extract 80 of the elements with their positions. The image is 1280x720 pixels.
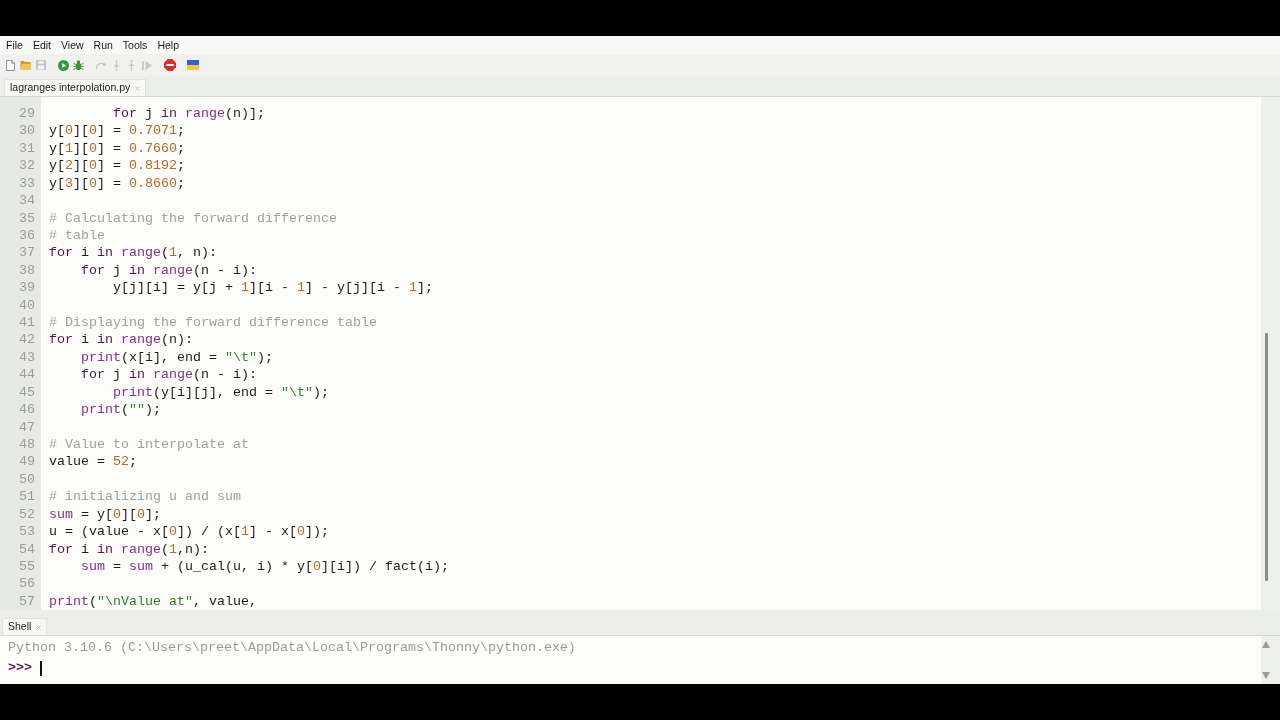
line-number: 34 (19, 193, 35, 209)
code-line: # Displaying the forward difference table (49, 315, 377, 331)
line-number: 33 (19, 175, 35, 191)
line-number: 43 (19, 349, 35, 365)
up-arrow-icon (127, 59, 136, 71)
line-number: 46 (19, 402, 35, 418)
folder-icon (19, 60, 32, 70)
code-line: sum = sum + (u_cal(u, i) * y[0][i]) / fact(i); (81, 558, 449, 574)
line-number: 32 (19, 158, 35, 174)
line-number: 54 (19, 541, 35, 557)
line-number: 36 (19, 227, 35, 243)
code-line: value = 52; (49, 454, 137, 470)
line-number: 51 (19, 489, 35, 505)
line-number: 37 (19, 245, 35, 261)
menu-item[interactable]: Tools (117, 36, 153, 54)
code-line: print("\nValue at", value, (49, 593, 257, 609)
close-icon[interactable] (36, 624, 42, 630)
editor-tab[interactable]: lagranges interpolation.py (4, 79, 147, 96)
play-circle-icon (58, 59, 69, 71)
line-number: 56 (19, 576, 35, 592)
code-line: # Value to interpolate at (49, 437, 249, 452)
stop-sign-icon (163, 59, 176, 71)
line-number: 39 (19, 280, 35, 296)
line-number: 50 (19, 471, 35, 487)
code-line: # table (49, 227, 105, 243)
line-number: 48 (19, 437, 35, 452)
line-number: 47 (19, 419, 35, 435)
code-line: for j in range(n - i): (81, 367, 257, 383)
down-arrow-icon (112, 59, 121, 71)
scroll-down-icon[interactable] (1262, 672, 1270, 679)
code-line: for j in range(n - i): (81, 262, 257, 278)
scrollbar-thumb[interactable] (1265, 333, 1268, 581)
line-number: 31 (19, 140, 35, 156)
shell-tab[interactable]: Shell (2, 618, 48, 635)
text-cursor (40, 660, 42, 676)
close-icon[interactable] (135, 85, 141, 91)
stop-button[interactable] (162, 56, 177, 74)
menu-item[interactable]: Help (152, 36, 184, 54)
shell-prompt: >>> (8, 659, 32, 677)
play-bar-icon (141, 60, 152, 70)
line-number: 41 (19, 315, 35, 331)
scroll-up-icon[interactable] (1262, 641, 1270, 648)
code-line: y[2][0] = 0.8192; (49, 158, 185, 174)
flag-icon (186, 60, 199, 70)
code-line: y[j][i] = y[j + 1][i - 1] - y[j][i - 1]; (113, 280, 433, 296)
code-line: y[1][0] = 0.7660; (49, 140, 185, 156)
code-line: sum = y[0][0]; (49, 506, 161, 522)
code-line: for j in range(n)]; (113, 106, 265, 121)
line-number: 40 (19, 297, 35, 313)
code-line: print(y[i][j], end = "\t"); (113, 384, 329, 400)
code-line: # Calculating the forward difference (49, 210, 337, 226)
code-line: u = (value - x[0]) / (x[1] - x[0]); (49, 524, 329, 540)
line-number: 30 (19, 123, 35, 139)
line-number: 38 (19, 262, 35, 278)
python-version-text: Python 3.10.6 (C:\Users\preet\AppData\Local\Programs\Thonny\python.exe) (8, 640, 576, 655)
code-line: y[3][0] = 0.8660; (49, 175, 185, 191)
code-line: for i in range(1, n): (49, 245, 217, 261)
line-number: 57 (19, 593, 35, 609)
code-line: print(""); (81, 402, 161, 418)
code-line: print(x[i], end = "\t"); (81, 349, 273, 365)
line-number: 29 (19, 106, 35, 121)
code-line: y[0][0] = 0.7071; (49, 123, 185, 139)
menu-item[interactable]: View (56, 36, 89, 54)
code-line: # initializing u and sum (49, 489, 241, 505)
code-line: for i in range(n): (49, 332, 193, 348)
line-number: 44 (19, 367, 35, 383)
line-number: 55 (19, 558, 35, 574)
line-number: 45 (19, 384, 35, 400)
menu-item[interactable]: File (1, 36, 28, 54)
menu-item[interactable]: Edit (27, 36, 56, 54)
line-number: 35 (19, 210, 35, 226)
line-number: 42 (19, 332, 35, 348)
page-icon (6, 59, 15, 71)
line-number: 53 (19, 524, 35, 540)
line-number: 52 (19, 506, 35, 522)
curved-arrow-icon (96, 60, 107, 70)
menu-item[interactable]: Run (88, 36, 118, 54)
bug-icon (73, 59, 84, 71)
code-line: for i in range(1,n): (49, 541, 209, 557)
line-number: 49 (19, 454, 35, 470)
